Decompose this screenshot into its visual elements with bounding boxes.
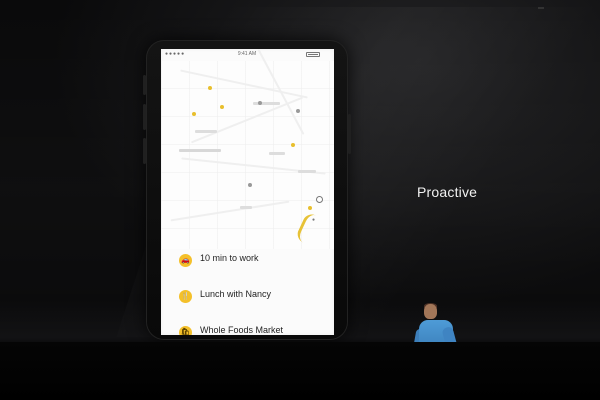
stage-floor [0,342,600,400]
suggestion-item[interactable]: 🚗 10 min to work [179,252,329,272]
screen-corner-mark [538,7,544,9]
map-badge: ● [312,217,316,223]
slide-heading: Proactive [417,184,478,200]
location-dot-icon[interactable] [296,109,300,113]
map-view[interactable]: ● [161,49,334,249]
map-pin-icon[interactable] [220,105,224,109]
map-label [195,130,217,133]
map-label [179,149,221,152]
map-pin-icon[interactable] [208,86,212,90]
map-pin-icon[interactable] [291,143,295,147]
map-pin-icon[interactable] [308,206,312,210]
suggestion-item[interactable]: 🛍 Whole Foods Market [179,324,329,335]
suggestion-label: Whole Foods Market [200,325,284,335]
suggestion-label: 10 min to work [200,253,259,263]
map-road [257,49,305,135]
location-dot-icon[interactable] [248,183,252,187]
phone-display: ●●●●● 9:41 AM ● 🚗 10 min to work 🍴 Lunch… [161,49,334,335]
proactive-suggestions-list: 🚗 10 min to work 🍴 Lunch with Nancy 🛍 Wh… [179,252,329,335]
battery-icon [306,52,320,57]
volume-down-button [143,138,146,164]
mute-switch [143,75,146,95]
route-line [294,211,325,247]
map-label [240,206,252,209]
map-pin-icon[interactable] [192,112,196,116]
map-label [269,152,285,155]
suggestion-label: Lunch with Nancy [200,289,272,299]
keynote-scene: ●●●●● 9:41 AM ● 🚗 10 min to work 🍴 Lunch… [0,0,600,400]
status-time: 9:41 AM [237,51,257,57]
presenter-head [424,304,437,319]
signal-icon: ●●●●● [165,51,186,57]
power-button [348,114,351,154]
volume-up-button [143,104,146,130]
car-icon: 🚗 [179,254,192,267]
map-label [298,170,316,173]
location-pin-icon[interactable] [316,196,323,203]
utensils-icon: 🍴 [179,290,192,303]
map-road [180,69,308,99]
status-bar: ●●●●● 9:41 AM [161,49,334,61]
shopping-bag-icon: 🛍 [179,326,192,335]
map-road [170,200,290,222]
location-dot-icon[interactable] [258,101,262,105]
suggestion-item[interactable]: 🍴 Lunch with Nancy [179,288,329,308]
